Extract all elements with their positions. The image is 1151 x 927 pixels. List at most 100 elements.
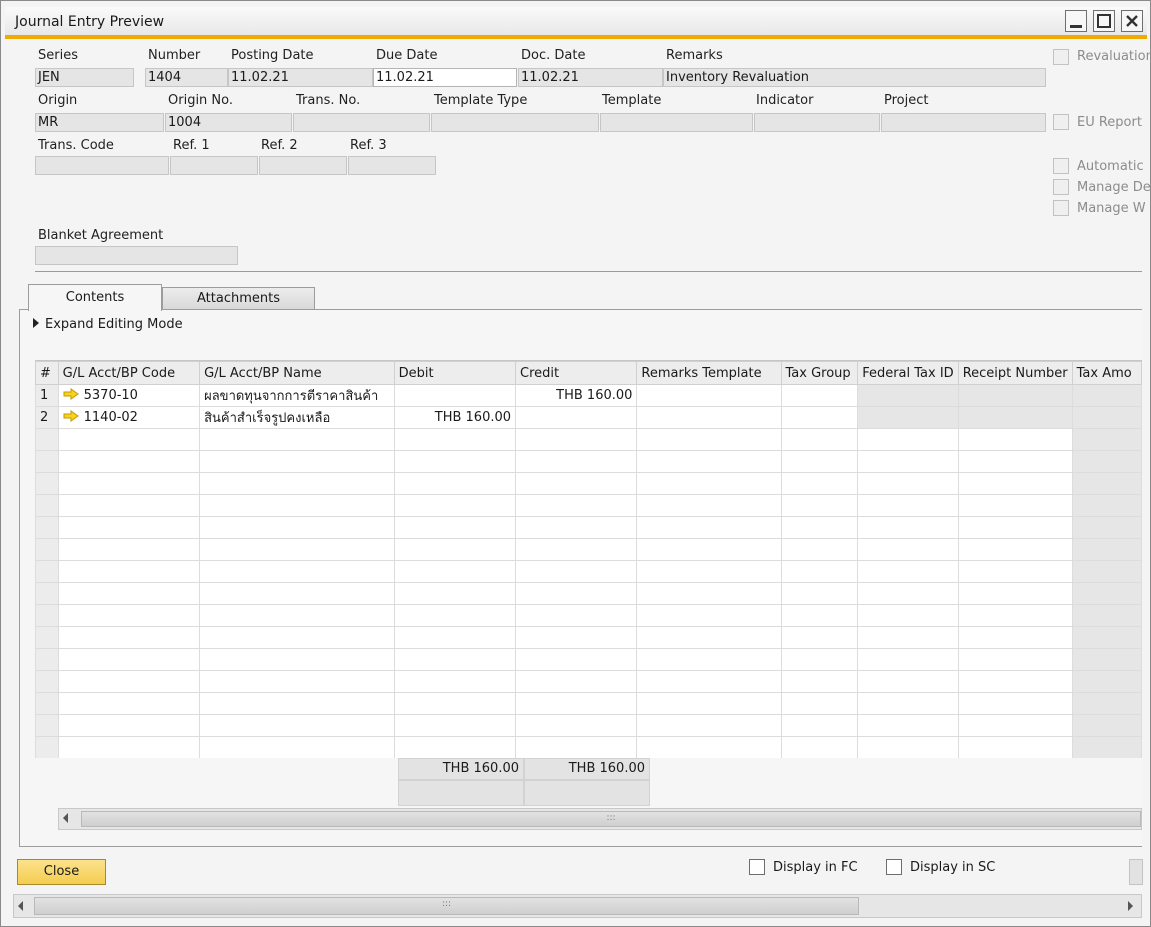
table-row[interactable]: 2 1140-02 สินค้าสำเร็จรูปคงเหลือ THB 160… xyxy=(35,406,1142,429)
empty-cell[interactable] xyxy=(957,736,1073,758)
empty-cell[interactable] xyxy=(1071,560,1142,583)
window-scroll-thumb[interactable]: ::: xyxy=(34,897,859,915)
empty-cell[interactable] xyxy=(393,516,517,539)
empty-row[interactable] xyxy=(35,428,1142,451)
empty-cell[interactable] xyxy=(199,736,395,758)
empty-row[interactable] xyxy=(35,516,1142,539)
table-row[interactable]: 1 5370-10 ผลขาดทุนจากการตีราคาสินค้า THB… xyxy=(35,384,1142,407)
trans-no-field[interactable] xyxy=(293,113,430,132)
tab-contents[interactable]: Contents xyxy=(28,284,162,311)
empty-cell[interactable] xyxy=(857,472,959,495)
empty-row[interactable] xyxy=(35,472,1142,495)
window-scroll-right-icon[interactable] xyxy=(1128,901,1133,911)
empty-cell[interactable] xyxy=(515,582,638,605)
empty-cell[interactable] xyxy=(515,472,638,495)
empty-cell[interactable] xyxy=(199,582,395,605)
partial-button[interactable] xyxy=(1129,859,1143,885)
empty-row[interactable] xyxy=(35,692,1142,715)
minimize-button[interactable] xyxy=(1065,10,1087,32)
empty-cell[interactable] xyxy=(636,670,782,693)
empty-cell[interactable] xyxy=(1071,450,1142,473)
empty-cell[interactable] xyxy=(780,428,859,451)
eu-report-checkbox[interactable] xyxy=(1053,114,1069,130)
col-header-debit[interactable]: Debit xyxy=(393,361,517,385)
empty-cell[interactable] xyxy=(57,450,201,473)
expand-editing-mode-toggle[interactable]: Expand Editing Mode xyxy=(33,317,183,332)
grid-horizontal-scrollbar[interactable]: ::: xyxy=(58,808,1142,830)
posting-date-field[interactable]: 11.02.21 xyxy=(228,68,373,87)
empty-cell[interactable] xyxy=(957,582,1073,605)
gl-code-cell[interactable]: 5370-10 xyxy=(57,384,201,407)
empty-cell[interactable] xyxy=(515,516,638,539)
gl-code-cell[interactable]: 1140-02 xyxy=(57,406,201,429)
empty-cell[interactable] xyxy=(393,670,517,693)
empty-cell[interactable] xyxy=(957,494,1073,517)
empty-cell[interactable] xyxy=(636,472,782,495)
empty-cell[interactable] xyxy=(780,736,859,758)
origin-no-field[interactable]: 1004 xyxy=(165,113,292,132)
empty-cell[interactable] xyxy=(1071,516,1142,539)
empty-cell[interactable] xyxy=(57,494,201,517)
series-field[interactable]: JEN xyxy=(35,68,134,87)
trans-code-field[interactable] xyxy=(35,156,169,175)
empty-cell[interactable] xyxy=(515,560,638,583)
empty-cell[interactable] xyxy=(636,538,782,561)
automatic-checkbox[interactable] xyxy=(1053,158,1069,174)
empty-cell[interactable] xyxy=(857,538,959,561)
revaluation-checkbox[interactable] xyxy=(1053,49,1069,65)
link-arrow-icon[interactable] xyxy=(63,410,79,422)
empty-cell[interactable] xyxy=(393,472,517,495)
empty-cell[interactable] xyxy=(515,450,638,473)
doc-date-field[interactable]: 11.02.21 xyxy=(518,68,663,87)
col-header-name[interactable]: G/L Acct/BP Name xyxy=(199,361,395,385)
empty-cell[interactable] xyxy=(199,626,395,649)
display-in-fc-checkbox[interactable] xyxy=(749,859,765,875)
empty-cell[interactable] xyxy=(393,450,517,473)
empty-cell[interactable] xyxy=(199,538,395,561)
empty-cell[interactable] xyxy=(57,428,201,451)
empty-cell[interactable] xyxy=(857,714,959,737)
col-header-code[interactable]: G/L Acct/BP Code xyxy=(57,361,201,385)
col-header-number[interactable]: # xyxy=(35,361,59,385)
empty-row[interactable] xyxy=(35,604,1142,627)
empty-cell[interactable] xyxy=(393,582,517,605)
empty-cell[interactable] xyxy=(780,604,859,627)
empty-row[interactable] xyxy=(35,560,1142,583)
empty-cell[interactable] xyxy=(515,428,638,451)
col-header-federal-tax-id[interactable]: Federal Tax ID xyxy=(857,361,959,385)
empty-cell[interactable] xyxy=(857,692,959,715)
empty-cell[interactable] xyxy=(515,626,638,649)
empty-cell[interactable] xyxy=(515,670,638,693)
empty-cell[interactable] xyxy=(393,538,517,561)
empty-cell[interactable] xyxy=(780,670,859,693)
maximize-button[interactable] xyxy=(1093,10,1115,32)
ref1-field[interactable] xyxy=(170,156,258,175)
empty-cell[interactable] xyxy=(957,450,1073,473)
empty-cell[interactable] xyxy=(857,428,959,451)
empty-cell[interactable] xyxy=(1071,582,1142,605)
empty-cell[interactable] xyxy=(515,648,638,671)
tab-attachments[interactable]: Attachments xyxy=(162,287,315,310)
empty-cell[interactable] xyxy=(957,428,1073,451)
link-arrow-icon[interactable] xyxy=(63,388,79,400)
empty-cell[interactable] xyxy=(1071,714,1142,737)
empty-cell[interactable] xyxy=(57,582,201,605)
empty-cell[interactable] xyxy=(1071,736,1142,758)
empty-cell[interactable] xyxy=(780,494,859,517)
empty-cell[interactable] xyxy=(636,714,782,737)
due-date-field[interactable]: 11.02.21 xyxy=(373,68,517,87)
empty-cell[interactable] xyxy=(636,648,782,671)
gl-name-cell[interactable]: สินค้าสำเร็จรูปคงเหลือ xyxy=(199,406,395,429)
blanket-agreement-field[interactable] xyxy=(35,246,238,265)
empty-cell[interactable] xyxy=(857,736,959,758)
empty-row[interactable] xyxy=(35,626,1142,649)
empty-cell[interactable] xyxy=(857,626,959,649)
empty-cell[interactable] xyxy=(57,736,201,758)
empty-cell[interactable] xyxy=(1071,670,1142,693)
remarks-field[interactable]: Inventory Revaluation xyxy=(663,68,1046,87)
empty-cell[interactable] xyxy=(957,714,1073,737)
empty-cell[interactable] xyxy=(957,516,1073,539)
empty-cell[interactable] xyxy=(780,648,859,671)
empty-cell[interactable] xyxy=(393,736,517,758)
empty-cell[interactable] xyxy=(636,428,782,451)
